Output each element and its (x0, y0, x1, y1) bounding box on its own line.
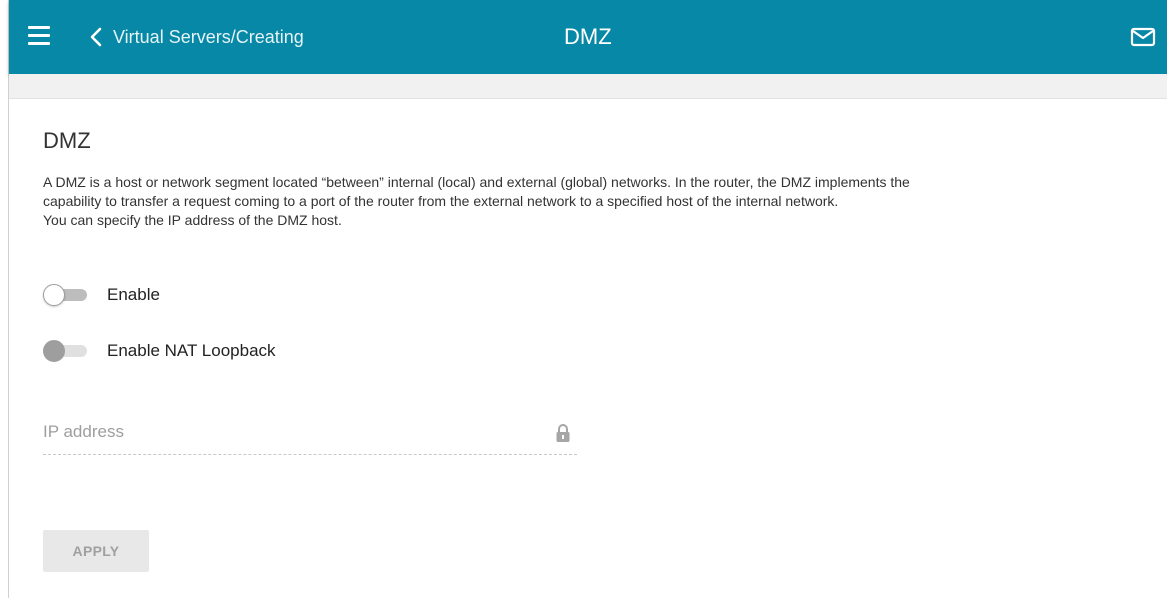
top-header-bar: Virtual Servers/Creating DMZ (9, 0, 1167, 74)
lock-icon (556, 424, 570, 442)
page: Virtual Servers/Creating DMZ DMZ A DMZ i… (0, 0, 1167, 598)
nat-loopback-toggle-label: Enable NAT Loopback (107, 341, 276, 360)
description-line: capability to transfer a request coming … (43, 193, 839, 209)
header-subbar (9, 74, 1167, 99)
description-line: You can specify the IP address of the DM… (43, 212, 342, 228)
apply-button[interactable]: APPLY (43, 530, 149, 572)
page-heading: DMZ (43, 128, 91, 153)
nat-loopback-toggle (43, 340, 89, 362)
chevron-left-icon (90, 27, 102, 47)
ip-address-field: IP address (43, 418, 577, 455)
nat-loopback-toggle-row: Enable NAT Loopback (43, 339, 276, 363)
enable-toggle-label: Enable (107, 285, 160, 304)
mail-icon[interactable] (1130, 27, 1156, 47)
back-link[interactable]: Virtual Servers/Creating (89, 22, 304, 52)
description-line: A DMZ is a host or network segment locat… (43, 174, 910, 190)
ip-address-placeholder: IP address (43, 422, 124, 441)
toggle-knob (43, 284, 65, 306)
description: A DMZ is a host or network segment locat… (43, 173, 1143, 230)
toggle-knob (43, 340, 65, 362)
enable-toggle[interactable] (43, 284, 89, 306)
enable-toggle-row[interactable]: Enable (43, 283, 160, 307)
back-link-label: Virtual Servers/Creating (113, 26, 304, 47)
menu-icon[interactable] (28, 26, 50, 46)
header-title: DMZ (564, 24, 612, 49)
